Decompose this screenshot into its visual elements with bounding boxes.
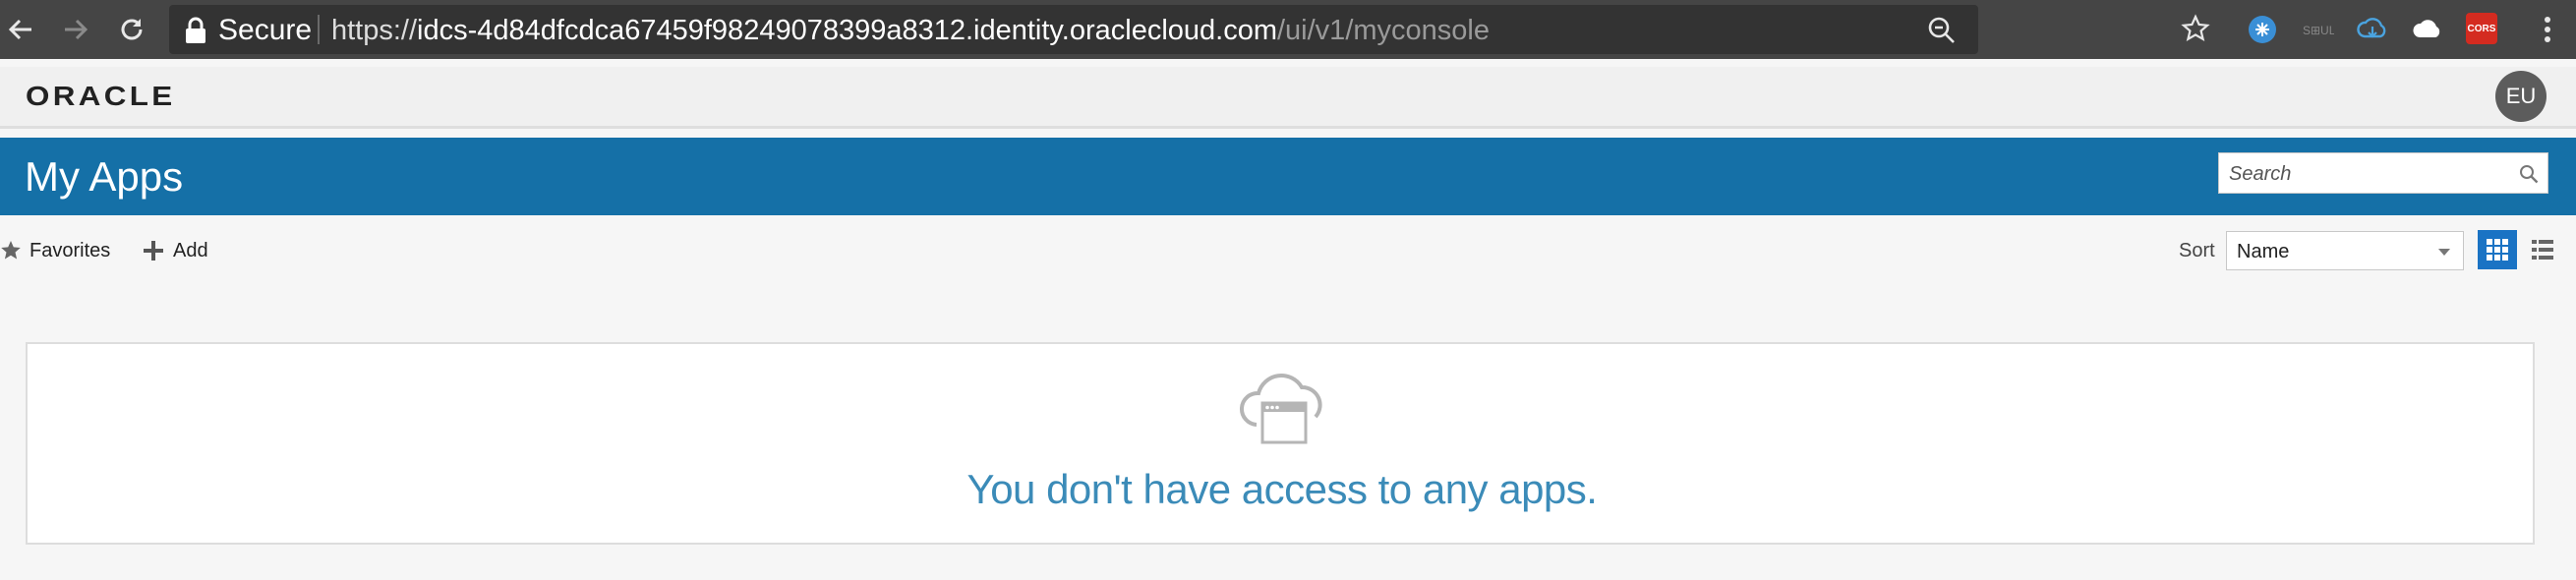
favorites-button[interactable]: Favorites (0, 236, 110, 265)
bookmark-star-icon[interactable] (2181, 14, 2210, 43)
cors-icon[interactable]: CORS (2466, 13, 2497, 44)
back-arrow-icon[interactable] (4, 12, 39, 47)
brand-header: ORACLE EU (0, 67, 2576, 129)
cors-label: CORS (2467, 23, 2496, 34)
reload-icon[interactable] (114, 12, 149, 47)
list-icon (2532, 240, 2553, 260)
lock-icon (186, 17, 205, 43)
url-separator (318, 15, 320, 44)
cloud-icon[interactable] (2411, 13, 2444, 46)
oracle-logo[interactable]: ORACLE (26, 81, 176, 112)
zoom-icon[interactable] (1927, 16, 1957, 45)
sort-label: Sort (2179, 240, 2215, 261)
cloud-app-icon (1240, 374, 1322, 444)
url-host: idcs-4d84dfcdca67459f98249078399a8312.id… (417, 15, 1277, 46)
ext-text-icon[interactable]: S⊞UL (2301, 13, 2334, 46)
chrome-extension-icon[interactable] (2246, 13, 2279, 46)
apps-panel: You don't have access to any apps. (26, 342, 2535, 545)
sort-value: Name (2237, 241, 2290, 262)
search-icon[interactable] (2518, 163, 2540, 185)
apps-toolbar: Favorites Add Sort Name (0, 226, 2576, 275)
page-title: My Apps (25, 153, 184, 200)
url-text: https://idcs-4d84dfcdca67459f98249078399… (331, 15, 1490, 47)
chevron-down-icon (2438, 249, 2450, 256)
address-bar[interactable]: Secure https://idcs-4d84dfcdca67459f9824… (169, 5, 1978, 54)
add-label: Add (173, 239, 208, 261)
grid-icon (2487, 239, 2508, 261)
add-button[interactable]: Add (142, 236, 208, 265)
page-title-bar: My Apps (0, 138, 2576, 215)
secure-label: Secure (218, 14, 313, 46)
favorites-label: Favorites (29, 239, 111, 261)
forward-arrow-icon[interactable] (57, 12, 92, 47)
user-avatar[interactable]: EU (2495, 71, 2547, 122)
url-path: /ui/v1/myconsole (1277, 15, 1490, 46)
grid-view-button[interactable] (2478, 230, 2517, 269)
svg-text:S⊞UL: S⊞UL (2303, 24, 2334, 37)
sort-select[interactable]: Name (2226, 231, 2464, 270)
search-input[interactable] (2227, 159, 2506, 189)
url-scheme: https:// (331, 15, 418, 46)
list-view-button[interactable] (2523, 230, 2562, 269)
cloud-sync-icon[interactable] (2356, 13, 2389, 46)
search-box[interactable] (2218, 152, 2548, 194)
browser-toolbar: Secure https://idcs-4d84dfcdca67459f9824… (0, 0, 2576, 59)
empty-state-message: You don't have access to any apps. (966, 466, 1598, 512)
plus-icon (144, 241, 163, 261)
browser-menu-icon[interactable] (2531, 13, 2564, 46)
star-icon (1, 241, 21, 260)
